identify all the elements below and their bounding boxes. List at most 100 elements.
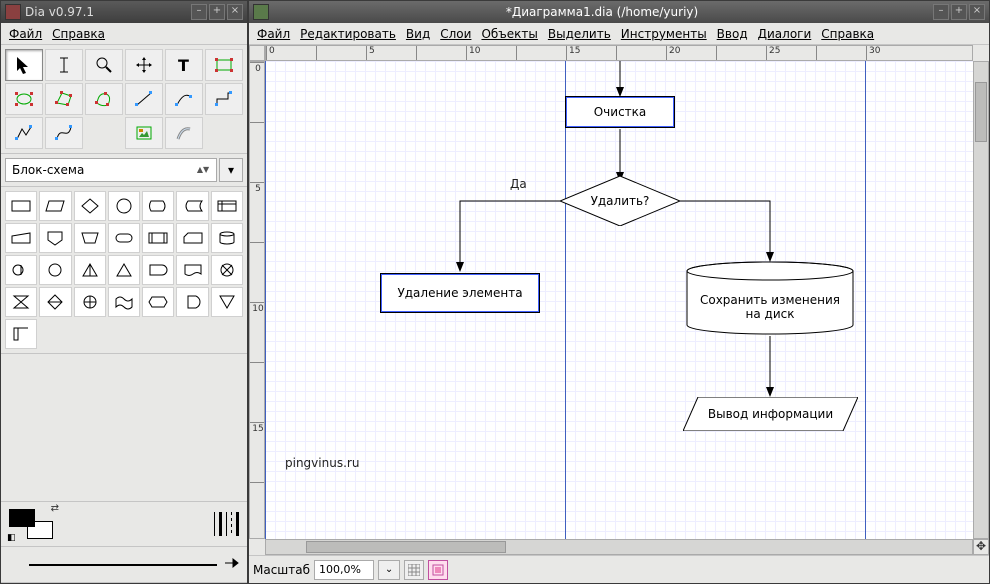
flowchart-shapes [1, 187, 247, 354]
maximize-button[interactable]: + [951, 4, 967, 20]
shape-sum[interactable] [211, 255, 243, 285]
shape-display[interactable] [142, 191, 174, 221]
tool-pointer[interactable] [5, 49, 43, 81]
tool-bezier[interactable] [45, 117, 83, 149]
shape-sort[interactable] [39, 287, 71, 317]
shape-data-store[interactable] [5, 319, 37, 349]
diagram-titlebar[interactable]: *Диаграмма1.dia (/home/yuriy) – + × [249, 1, 989, 23]
close-button[interactable]: × [969, 4, 985, 20]
snap-object-toggle[interactable] [428, 560, 448, 580]
diagram-menubar: Файл Редактировать Вид Слои Объекты Выде… [249, 23, 989, 45]
tool-outline[interactable] [165, 117, 203, 149]
zoom-label: Масштаб [253, 563, 310, 577]
menu-help[interactable]: Справка [817, 25, 878, 43]
ruler-vertical[interactable]: 05101520 [249, 61, 265, 539]
sheet-combo[interactable]: Блок-схема ▲▼ [5, 158, 217, 182]
scrollbar-thumb[interactable] [975, 82, 987, 142]
node-delete-element[interactable]: Удаление элемента [380, 273, 540, 313]
menu-dialogs[interactable]: Диалоги [754, 25, 816, 43]
shape-stored-data[interactable] [176, 191, 208, 221]
shape-extract[interactable] [74, 255, 106, 285]
menu-layers[interactable]: Слои [436, 25, 475, 43]
toolbox-menubar: Файл Справка [1, 23, 247, 45]
shape-merge-down[interactable] [211, 287, 243, 317]
shape-tape[interactable] [108, 287, 140, 317]
shape-process[interactable] [5, 191, 37, 221]
menu-help[interactable]: Справка [48, 25, 109, 43]
shape-triangle[interactable] [108, 255, 140, 285]
default-colors-icon[interactable]: ◧ [7, 533, 16, 543]
maximize-button[interactable]: + [209, 4, 225, 20]
minimize-button[interactable]: – [933, 4, 949, 20]
status-bar: Масштаб ⌄ [249, 555, 989, 583]
shape-connector[interactable] [108, 191, 140, 221]
shape-tape-pair[interactable] [5, 255, 37, 285]
tool-image[interactable] [125, 117, 163, 149]
menu-objects[interactable]: Объекты [477, 25, 541, 43]
tool-text[interactable]: T [165, 49, 203, 81]
menu-select[interactable]: Выделить [544, 25, 615, 43]
zoom-dropdown[interactable]: ⌄ [378, 560, 400, 580]
node-output[interactable]: Вывод информации [683, 397, 858, 431]
shape-document[interactable] [176, 255, 208, 285]
tool-zoom[interactable] [85, 49, 123, 81]
shape-circle[interactable] [39, 255, 71, 285]
node-decision[interactable]: Удалить? [560, 176, 680, 226]
tool-polyline[interactable] [5, 117, 43, 149]
shape-delay[interactable] [142, 255, 174, 285]
scrollbar-horizontal[interactable] [265, 539, 973, 555]
menu-file[interactable]: Файл [5, 25, 46, 43]
connectors [265, 61, 973, 539]
shape-terminal[interactable] [108, 223, 140, 253]
shape-or[interactable] [74, 287, 106, 317]
shape-predefined[interactable] [142, 223, 174, 253]
zoom-input[interactable] [314, 560, 374, 580]
line-pattern-preview[interactable] [214, 509, 239, 539]
shape-internal[interactable] [211, 191, 243, 221]
tool-beziergon[interactable] [85, 83, 123, 115]
shape-card[interactable] [176, 223, 208, 253]
tool-polygon[interactable] [45, 83, 83, 115]
shape-manual-input[interactable] [5, 223, 37, 253]
arrow-end[interactable] [225, 557, 239, 572]
toolbox-titlebar[interactable]: Dia v0.97.1 – + × [1, 1, 247, 23]
shape-collate[interactable] [5, 287, 37, 317]
ruler-origin[interactable] [249, 45, 265, 61]
shape-io[interactable] [39, 191, 71, 221]
tool-text-edit[interactable] [45, 49, 83, 81]
tool-line[interactable] [125, 83, 163, 115]
menu-file[interactable]: Файл [253, 25, 294, 43]
menu-edit[interactable]: Редактировать [296, 25, 400, 43]
menu-tools[interactable]: Инструменты [617, 25, 711, 43]
menu-view[interactable]: Вид [402, 25, 434, 43]
arrow-start[interactable] [9, 559, 21, 571]
tool-arc[interactable] [165, 83, 203, 115]
toolbox-title: Dia v0.97.1 [25, 5, 94, 19]
shape-loop[interactable] [142, 287, 174, 317]
minimize-button[interactable]: – [191, 4, 207, 20]
fg-color[interactable] [9, 509, 35, 527]
line-preview[interactable] [29, 564, 217, 566]
menu-input[interactable]: Ввод [713, 25, 752, 43]
shape-manual-op[interactable] [74, 223, 106, 253]
swap-colors-icon[interactable]: ⇄ [51, 503, 59, 514]
shape-offpage[interactable] [39, 223, 71, 253]
close-button[interactable]: × [227, 4, 243, 20]
tool-scroll[interactable] [125, 49, 163, 81]
ruler-horizontal[interactable]: 051015202530 [265, 45, 973, 61]
tool-box[interactable] [205, 49, 243, 81]
shape-annotation[interactable] [176, 287, 208, 317]
shape-decision[interactable] [74, 191, 106, 221]
scrollbar-vertical[interactable] [973, 61, 989, 539]
canvas-navigator-button[interactable]: ✥ [973, 539, 989, 555]
tool-ellipse[interactable] [5, 83, 43, 115]
tool-zigzag[interactable] [205, 83, 243, 115]
shape-drum[interactable] [211, 223, 243, 253]
sheet-menu-button[interactable]: ▾ [219, 158, 243, 182]
scrollbar-thumb[interactable] [306, 541, 506, 553]
canvas[interactable]: Очистка Удалить? Да Удаление элемента Со… [265, 61, 973, 539]
fg-bg-swatch[interactable]: ⇄ ◧ [9, 509, 53, 539]
snap-grid-toggle[interactable] [404, 560, 424, 580]
node-clear[interactable]: Очистка [565, 96, 675, 128]
node-save-disk[interactable]: Сохранить изменения на диск [685, 261, 855, 335]
